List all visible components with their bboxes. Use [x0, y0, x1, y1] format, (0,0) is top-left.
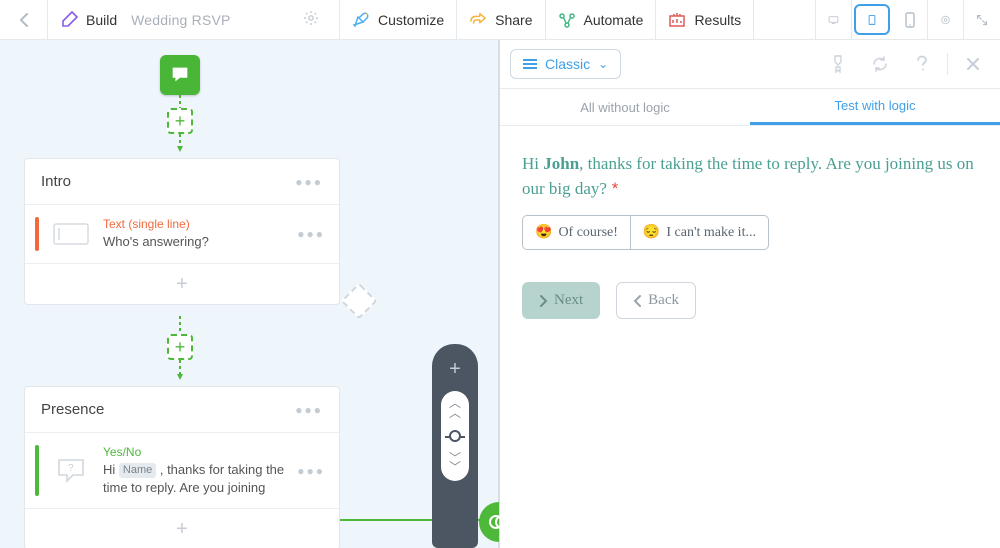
block-intro-title: Intro — [41, 173, 71, 190]
row-accent — [35, 445, 39, 496]
tab-test-with-logic[interactable]: Test with logic — [750, 89, 1000, 125]
block-menu-icon[interactable]: ●●● — [295, 175, 323, 189]
question-row-yesno[interactable]: ? Yes/No Hi Name , thanks for taking the… — [25, 433, 339, 509]
drag-handle[interactable] — [479, 502, 500, 542]
tab-share[interactable]: Share — [457, 0, 545, 39]
add-node-button[interactable]: + — [167, 108, 193, 134]
option-yes[interactable]: 😍Of course! — [523, 216, 630, 249]
navigator-scroll[interactable]: ︿︿ ﹀﹀ — [441, 391, 469, 481]
row-type-label: Text (single line) — [103, 217, 285, 231]
preview-nav: Next Back — [522, 282, 980, 319]
navigator-add-icon[interactable]: + — [449, 358, 461, 381]
add-node-button[interactable]: + — [167, 334, 193, 360]
device-phone-button[interactable] — [892, 0, 928, 39]
variable-chip: Name — [119, 463, 156, 478]
chevron-up-icon[interactable]: ︿︿ — [449, 399, 461, 418]
preview-refresh-button[interactable] — [863, 47, 897, 81]
preview-body: Hi John, thanks for taking the time to r… — [500, 126, 1000, 548]
tab-customize[interactable]: Customize — [340, 0, 457, 39]
doc-settings-icon[interactable] — [303, 10, 319, 29]
tab-all-without-logic[interactable]: All without logic — [500, 89, 750, 125]
preview-pane: Classic ⌄ All without logic Test with lo… — [500, 40, 1000, 548]
block-add-question[interactable]: + — [25, 264, 339, 304]
tab-share-label: Share — [495, 12, 532, 28]
theme-selector[interactable]: Classic ⌄ — [510, 49, 621, 79]
block-intro[interactable]: Intro ●●● Text (single line) Who's answe… — [24, 158, 340, 305]
tab-results-label: Results — [694, 12, 741, 28]
tab-automate-label: Automate — [584, 12, 644, 28]
preview-settings-button[interactable] — [928, 0, 964, 39]
device-tablet-button[interactable] — [854, 4, 890, 35]
top-toolbar: Build Wedding RSVP Customize Share Autom… — [0, 0, 1000, 40]
workspace: + Intro ●●● Text (single line) Who's ans… — [0, 40, 1000, 548]
canvas-navigator[interactable]: + ︿︿ ﹀﹀ — [432, 344, 478, 548]
block-menu-icon[interactable]: ●●● — [295, 403, 323, 417]
back-button[interactable] — [0, 0, 48, 39]
flow-canvas[interactable]: + Intro ●●● Text (single line) Who's ans… — [0, 40, 500, 548]
row-menu-icon[interactable]: ●●● — [297, 464, 325, 478]
preview-highlight-button[interactable] — [821, 47, 855, 81]
svg-text:?: ? — [68, 463, 74, 474]
chevron-left-icon — [633, 294, 642, 308]
theme-icon — [523, 59, 537, 69]
chevron-right-icon — [539, 294, 548, 308]
row-menu-icon[interactable]: ●●● — [297, 227, 325, 241]
next-button[interactable]: Next — [522, 282, 600, 319]
document-name[interactable]: Wedding RSVP — [131, 12, 230, 28]
preview-tabs: All without logic Test with logic — [500, 88, 1000, 126]
build-icon — [60, 11, 78, 29]
block-presence[interactable]: Presence ●●● ? Yes/No Hi Name , thanks f… — [24, 386, 340, 548]
row-type-label: Yes/No — [103, 445, 285, 459]
logic-branch-handle[interactable] — [341, 283, 378, 320]
start-node[interactable] — [160, 55, 200, 95]
tab-build[interactable]: Build Wedding RSVP — [48, 0, 340, 39]
navigator-handle-icon[interactable] — [449, 430, 461, 442]
divider — [947, 53, 948, 75]
yesno-icon: ? — [51, 456, 91, 486]
preview-toolbar: Classic ⌄ — [500, 40, 1000, 88]
theme-label: Classic — [545, 56, 590, 72]
device-desktop-button[interactable] — [816, 0, 852, 39]
tab-customize-label: Customize — [378, 12, 444, 28]
text-field-icon — [51, 219, 91, 249]
emoji-sad-icon: 😔 — [643, 224, 660, 241]
preview-options: 😍Of course! 😔I can't make it... — [522, 215, 769, 250]
chevron-down-icon: ⌄ — [598, 57, 608, 71]
row-question-text: Who's answering? — [103, 233, 285, 251]
share-icon — [469, 11, 487, 29]
tab-build-label: Build — [86, 12, 117, 28]
toolbar-spacer — [754, 0, 816, 39]
option-no[interactable]: 😔I can't make it... — [630, 216, 768, 249]
row-question-text: Hi Name , thanks for taking the time to … — [103, 461, 285, 496]
emoji-heart-eyes-icon: 😍 — [535, 224, 552, 241]
tab-results[interactable]: Results — [656, 0, 754, 39]
preview-name-token: John — [543, 154, 579, 173]
tab-automate[interactable]: Automate — [546, 0, 657, 39]
block-presence-title: Presence — [41, 401, 104, 418]
back-button[interactable]: Back — [616, 282, 696, 319]
block-add-question[interactable]: + — [25, 509, 339, 548]
customize-icon — [352, 11, 370, 29]
preview-help-button[interactable] — [905, 47, 939, 81]
question-row-text[interactable]: Text (single line) Who's answering? ●●● — [25, 205, 339, 264]
preview-close-button[interactable] — [956, 47, 990, 81]
automate-icon — [558, 11, 576, 29]
fullscreen-button[interactable] — [964, 0, 1000, 39]
chevron-down-icon[interactable]: ﹀﹀ — [449, 454, 461, 473]
preview-question: Hi John, thanks for taking the time to r… — [522, 152, 980, 201]
required-asterisk: * — [607, 179, 618, 198]
results-icon — [668, 11, 686, 29]
row-accent — [35, 217, 39, 251]
